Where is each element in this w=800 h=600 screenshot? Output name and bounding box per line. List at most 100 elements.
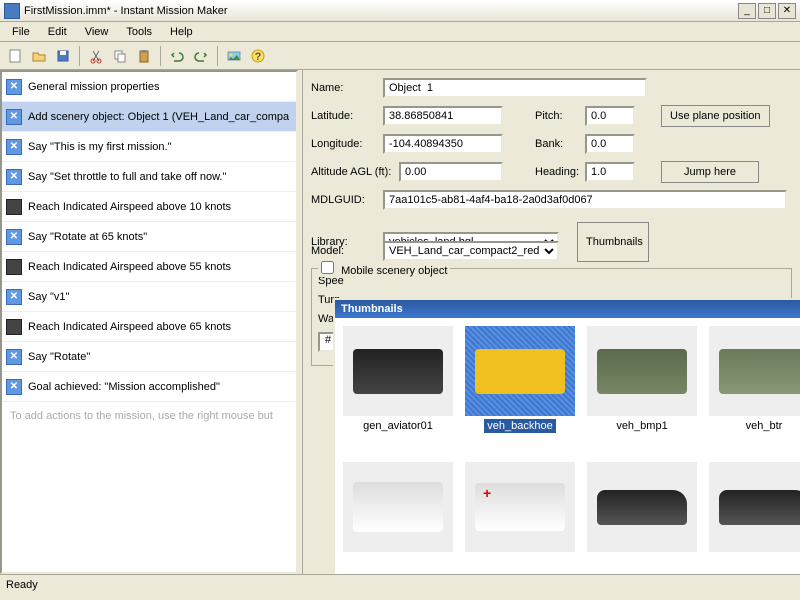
thumbnail-label: veh_btr [746, 420, 783, 432]
action-item[interactable]: Reach Indicated Airspeed above 10 knots [2, 192, 296, 222]
paste-button[interactable] [133, 45, 155, 67]
workspace: ✕General mission properties✕Add scenery … [0, 70, 800, 574]
jump-here-button[interactable]: Jump here [661, 161, 759, 183]
vehicle-thumbnail-icon [343, 462, 453, 552]
label-mdlguid: MDLGUID: [311, 194, 377, 206]
action-item[interactable]: ✕ Say "Set throttle to full and take off … [2, 162, 296, 192]
label-model: Model: [311, 245, 377, 257]
action-list-hint: To add actions to the mission, use the r… [2, 402, 296, 430]
redo-button[interactable] [190, 45, 212, 67]
thumbnail-item[interactable] [465, 462, 575, 556]
help-button[interactable]: ? [247, 45, 269, 67]
menu-tools[interactable]: Tools [118, 24, 160, 40]
pitch-input[interactable] [585, 106, 635, 126]
use-plane-position-button[interactable]: Use plane position [661, 105, 770, 127]
action-item-text: General mission properties [28, 81, 159, 93]
undo-button[interactable] [166, 45, 188, 67]
blue-x-icon: ✕ [6, 139, 22, 155]
app-icon [4, 3, 20, 19]
action-item[interactable]: ✕General mission properties [2, 72, 296, 102]
vehicle-thumbnail-icon [343, 326, 453, 416]
properties-panel: Name: Latitude: Pitch: Use plane positio… [303, 70, 800, 574]
black-arrow-icon [6, 199, 22, 215]
toolbar-separator [79, 46, 80, 66]
cut-button[interactable] [85, 45, 107, 67]
image-button[interactable] [223, 45, 245, 67]
label-altitude: Altitude AGL (ft): [311, 166, 393, 178]
thumbnails-window: Thumbnails gen_aviator01 veh_backhoe veh_b… [333, 298, 800, 574]
thumbnail-item[interactable] [587, 462, 697, 556]
action-item-text: Say "This is my first mission." [28, 141, 172, 153]
open-button[interactable] [28, 45, 50, 67]
new-button[interactable] [4, 45, 26, 67]
action-item-text: Goal achieved: "Mission accomplished" [28, 381, 220, 393]
thumbnail-item[interactable]: veh_bmp1 [587, 326, 697, 432]
copy-button[interactable] [109, 45, 131, 67]
action-item-text: Say "Rotate" [28, 351, 90, 363]
action-item[interactable]: ✕ Say "v1" [2, 282, 296, 312]
status-text: Ready [6, 579, 38, 591]
status-bar: Ready [0, 574, 800, 594]
action-item[interactable]: ✕Say "Rotate" [2, 342, 296, 372]
window-title: FirstMission.imm* - Instant Mission Make… [24, 5, 738, 17]
save-button[interactable] [52, 45, 74, 67]
thumbnail-item[interactable]: gen_aviator01 [343, 326, 453, 432]
menu-view[interactable]: View [77, 24, 117, 40]
menu-file[interactable]: File [4, 24, 38, 40]
minimize-button[interactable]: _ [738, 3, 756, 19]
action-item[interactable]: ✕ Goal achieved: "Mission accomplished" [2, 372, 296, 402]
mdlguid-input[interactable] [383, 190, 787, 210]
bank-input[interactable] [585, 134, 635, 154]
action-list[interactable]: ✕General mission properties✕Add scenery … [0, 70, 298, 574]
thumbnails-title[interactable]: Thumbnails [335, 300, 800, 318]
thumbnail-item[interactable]: veh_backhoe [465, 326, 575, 432]
vehicle-thumbnail-icon [465, 326, 575, 416]
menu-edit[interactable]: Edit [40, 24, 75, 40]
mobile-scenery-checkbox[interactable] [321, 261, 334, 274]
name-input[interactable] [383, 78, 647, 98]
blue-x-icon: ✕ [6, 379, 22, 395]
longitude-input[interactable] [383, 134, 503, 154]
menu-bar: File Edit View Tools Help [0, 22, 800, 42]
action-item[interactable]: ✕ Say "Rotate at 65 knots" [2, 222, 296, 252]
thumbnail-item[interactable] [709, 462, 800, 556]
blue-x-icon: ✕ [6, 169, 22, 185]
action-item-text: Reach Indicated Airspeed above 10 knots [28, 201, 231, 213]
thumbnail-label: gen_aviator01 [363, 420, 433, 432]
vehicle-thumbnail-icon [709, 462, 800, 552]
model-select[interactable]: VEH_Land_car_compact2_red [383, 241, 559, 261]
thumbnail-label: veh_bmp1 [616, 420, 667, 432]
thumbnail-item[interactable] [343, 462, 453, 556]
action-item-text: Say "v1" [28, 291, 69, 303]
label-name: Name: [311, 82, 377, 94]
thumbnail-label: veh_backhoe [484, 419, 555, 433]
action-item-text: Add scenery object: Object 1 (VEH_Land_c… [28, 111, 289, 123]
svg-text:?: ? [255, 51, 262, 63]
blue-x-icon: ✕ [6, 289, 22, 305]
heading-input[interactable] [585, 162, 635, 182]
action-item-text: Say "Set throttle to full and take off n… [28, 171, 226, 183]
thumbnail-item[interactable]: veh_btr [709, 326, 800, 432]
vehicle-thumbnail-icon [587, 462, 697, 552]
label-longitude: Longitude: [311, 138, 377, 150]
label-latitude: Latitude: [311, 110, 377, 122]
menu-help[interactable]: Help [162, 24, 201, 40]
toolbar: ? [0, 42, 800, 70]
black-arrow-icon [6, 259, 22, 275]
thumbnails-grid: gen_aviator01 veh_backhoe veh_bmp1 veh_btr [335, 318, 800, 564]
altitude-input[interactable] [399, 162, 503, 182]
latitude-input[interactable] [383, 106, 503, 126]
vehicle-thumbnail-icon [587, 326, 697, 416]
action-item[interactable]: Reach Indicated Airspeed above 65 knots [2, 312, 296, 342]
action-item-text: Say "Rotate at 65 knots" [28, 231, 147, 243]
title-bar: FirstMission.imm* - Instant Mission Make… [0, 0, 800, 22]
toolbar-separator [160, 46, 161, 66]
action-item[interactable]: ✕ Say "This is my first mission." [2, 132, 296, 162]
maximize-button[interactable]: □ [758, 3, 776, 19]
close-button[interactable]: ✕ [778, 3, 796, 19]
thumbnails-button[interactable]: Thumbnails [577, 222, 649, 262]
action-item[interactable]: ✕Add scenery object: Object 1 (VEH_Land_… [2, 102, 296, 132]
action-item[interactable]: Reach Indicated Airspeed above 55 knots [2, 252, 296, 282]
toolbar-separator [217, 46, 218, 66]
blue-x-icon: ✕ [6, 229, 22, 245]
